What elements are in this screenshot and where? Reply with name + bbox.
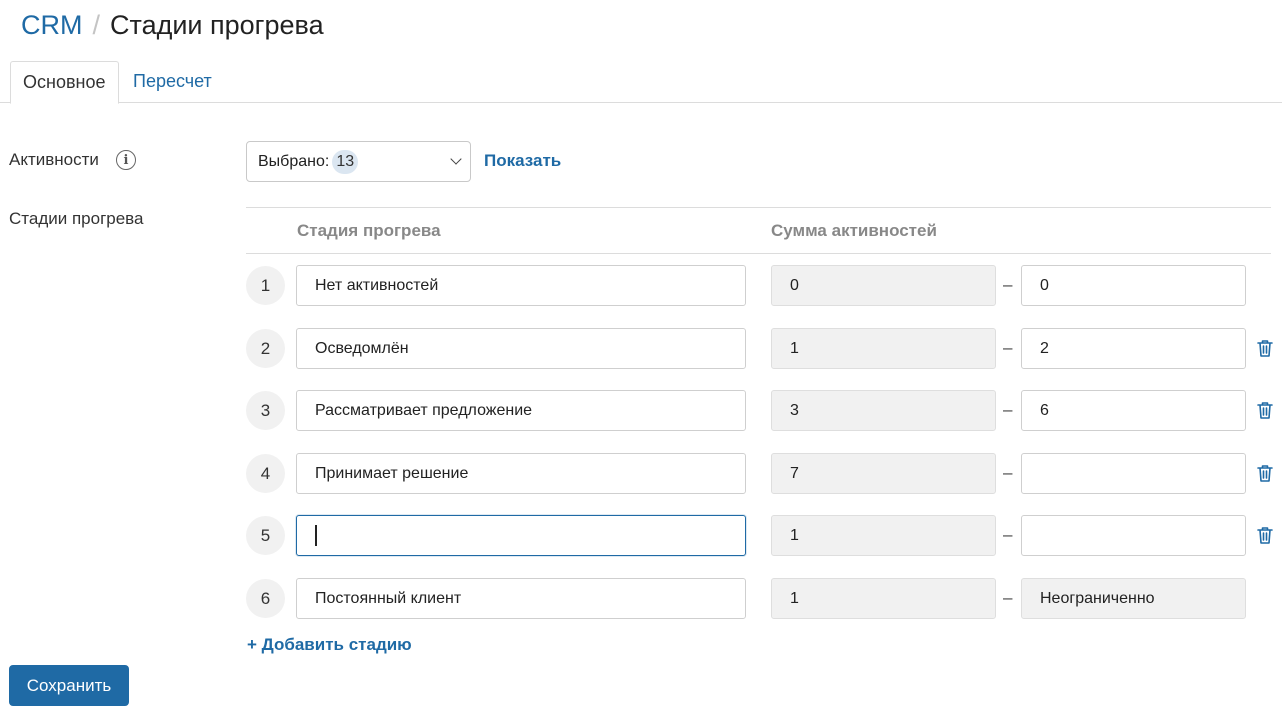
stage-from-field <box>771 328 996 369</box>
trash-icon[interactable] <box>1256 338 1274 358</box>
range-dash: – <box>1003 463 1013 482</box>
stage-name-input-focused[interactable] <box>296 515 746 556</box>
breadcrumb: CRM / Стадии прогрева <box>21 8 324 42</box>
activities-select[interactable]: Выбрано: 13 <box>246 141 471 182</box>
stage-name-input[interactable] <box>296 578 746 619</box>
stage-number: 2 <box>246 329 285 368</box>
range-dash: – <box>1003 338 1013 357</box>
info-icon[interactable]: i <box>116 150 136 170</box>
stage-number: 4 <box>246 454 285 493</box>
stage-number: 6 <box>246 579 285 618</box>
breadcrumb-crm-link[interactable]: CRM <box>21 10 83 41</box>
stage-to-input[interactable] <box>1021 265 1246 306</box>
save-button[interactable]: Сохранить <box>9 665 129 706</box>
trash-icon[interactable] <box>1256 400 1274 420</box>
stage-number: 3 <box>246 391 285 430</box>
selected-count-badge: 13 <box>332 149 359 174</box>
range-dash: – <box>1003 275 1013 294</box>
stage-to-input[interactable] <box>1021 515 1246 556</box>
stage-from-field <box>771 265 996 306</box>
text-cursor <box>315 525 317 546</box>
tab-main[interactable]: Основное <box>10 61 119 104</box>
add-stage-link[interactable]: + Добавить стадию <box>247 635 412 655</box>
table-header-divider <box>246 253 1271 254</box>
stage-from-field <box>771 578 996 619</box>
breadcrumb-separator: / <box>92 9 101 40</box>
select-prefix: Выбрано: <box>258 152 330 170</box>
tab-bar: Основное Пересчет <box>0 61 1282 104</box>
stage-to-input[interactable] <box>1021 328 1246 369</box>
trash-icon[interactable] <box>1256 463 1274 483</box>
stage-from-field <box>771 453 996 494</box>
stage-from-field <box>771 390 996 431</box>
range-dash: – <box>1003 400 1013 419</box>
table-top-divider <box>246 207 1271 208</box>
chevron-down-icon <box>450 153 462 165</box>
stage-name-input[interactable] <box>296 328 746 369</box>
stage-name-input[interactable] <box>296 390 746 431</box>
page-title: Стадии прогрева <box>110 9 324 40</box>
stage-to-input[interactable] <box>1021 453 1246 494</box>
stage-number: 5 <box>246 516 285 555</box>
stage-name-input[interactable] <box>296 453 746 494</box>
stage-name-input[interactable] <box>296 265 746 306</box>
stage-from-field <box>771 515 996 556</box>
column-header-stage: Стадия прогрева <box>297 221 441 240</box>
stage-number: 1 <box>246 266 285 305</box>
tab-recalc[interactable]: Пересчет <box>121 61 224 103</box>
trash-icon[interactable] <box>1256 525 1274 545</box>
stages-label: Стадии прогрева <box>9 209 144 228</box>
range-dash: – <box>1003 588 1013 607</box>
range-dash: – <box>1003 525 1013 544</box>
show-activities-link[interactable]: Показать <box>484 151 561 171</box>
column-header-sum: Сумма активностей <box>771 221 937 240</box>
stage-to-input[interactable] <box>1021 390 1246 431</box>
activities-label: Активности <box>9 150 99 169</box>
stage-to-field-unlimited <box>1021 578 1246 619</box>
